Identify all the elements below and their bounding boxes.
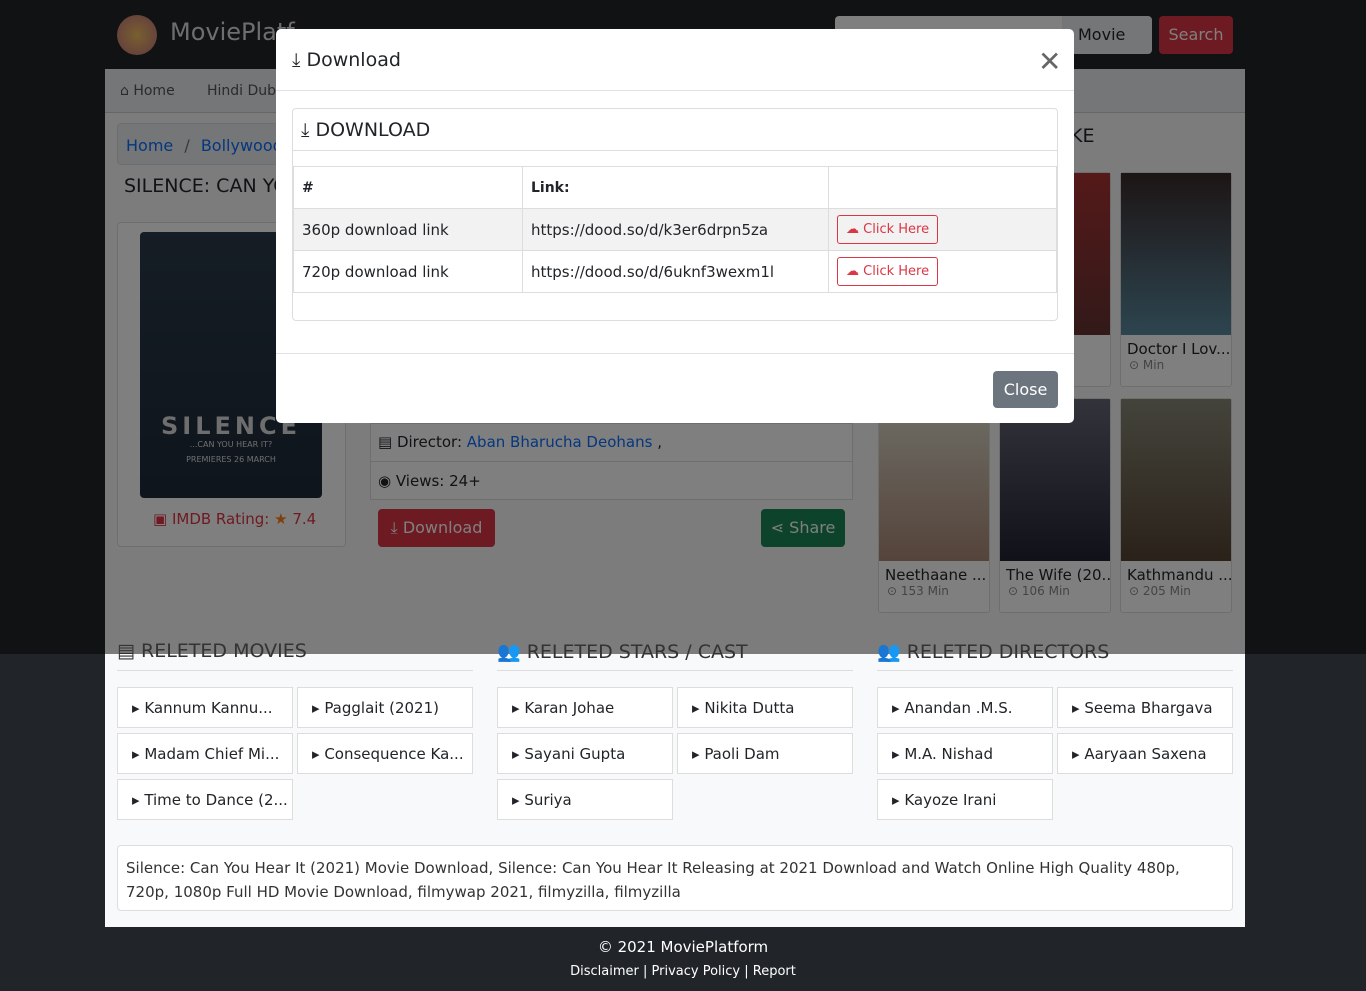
footer-sep: |	[740, 964, 753, 979]
director-link[interactable]: ▸ Anandan .M.S.	[877, 687, 1053, 728]
modal-title: ⤓ Download	[292, 49, 401, 71]
copyright: © 2021 MoviePlatform	[597, 938, 769, 956]
click-here-button[interactable]: ☁ Click Here	[837, 257, 939, 286]
table-row: 720p download link https://dood.so/d/6ukn…	[293, 250, 1057, 293]
table-header-row: # Link:	[293, 166, 1057, 209]
download-card: ⤓ DOWNLOAD # Link: 360p download link http…	[292, 108, 1058, 321]
table-row: 360p download link https://dood.so/d/k3er…	[293, 208, 1057, 251]
quality-cell: 720p download link	[293, 250, 523, 293]
privacy-link[interactable]: Privacy Policy	[652, 964, 741, 979]
close-button[interactable]: Close	[993, 371, 1058, 408]
close-icon[interactable]: ✕	[1038, 45, 1061, 78]
col-header: #	[293, 166, 523, 209]
director-link[interactable]: ▸ Seema Bhargava	[1057, 687, 1233, 728]
click-here-button[interactable]: ☁ Click Here	[837, 215, 939, 244]
modal-footer	[276, 353, 1074, 354]
related-movie-link[interactable]: ▸ Time to Dance (2...	[117, 779, 293, 820]
cast-link[interactable]: ▸ Karan Johae	[497, 687, 673, 728]
footer-sep: |	[638, 964, 652, 979]
cast-link[interactable]: ▸ Paoli Dam	[677, 733, 853, 774]
related-movie-link[interactable]: ▸ Pagglait (2021)	[297, 687, 473, 728]
related-cast-heading: 👥 RELETED STARS / CAST	[497, 640, 853, 671]
related-movies-heading: ▤ RELETED MOVIES	[117, 640, 473, 671]
director-link[interactable]: ▸ M.A. Nishad	[877, 733, 1053, 774]
card-title: DOWNLOAD	[315, 119, 431, 141]
director-link[interactable]: ▸ Aaryaan Saxena	[1057, 733, 1233, 774]
col-header: Link:	[522, 166, 829, 209]
report-link[interactable]: Report	[753, 964, 796, 979]
download-modal: ⤓ Download ✕ ⤓ DOWNLOAD # Link: 360p down…	[276, 29, 1074, 423]
footer-links: Disclaimer | Privacy Policy | Report	[0, 964, 1366, 979]
related-movie-link[interactable]: ▸ Consequence Ka...	[297, 733, 473, 774]
link-cell: https://dood.so/d/k3er6drpn5za	[522, 208, 829, 251]
quality-cell: 360p download link	[293, 208, 523, 251]
col-header	[828, 166, 1057, 209]
download-icon: ⤓	[301, 119, 310, 141]
movie-description: Silence: Can You Hear It (2021) Movie Do…	[117, 845, 1233, 911]
cast-link[interactable]: ▸ Suriya	[497, 779, 673, 820]
disclaimer-link[interactable]: Disclaimer	[570, 964, 639, 979]
download-icon: ⤓	[292, 49, 301, 71]
download-card-header: ⤓ DOWNLOAD	[293, 109, 1057, 151]
related-movie-link[interactable]: ▸ Madam Chief Mi...	[117, 733, 293, 774]
related-directors-heading: 👥 RELETED DIRECTORS	[877, 640, 1233, 671]
cast-link[interactable]: ▸ Sayani Gupta	[497, 733, 673, 774]
cast-link[interactable]: ▸ Nikita Dutta	[677, 687, 853, 728]
modal-header: ⤓ Download ✕	[276, 29, 1074, 91]
related-movie-link[interactable]: ▸ Kannum Kannu...	[117, 687, 293, 728]
modal-title-text: Download	[306, 49, 401, 71]
director-link[interactable]: ▸ Kayoze Irani	[877, 779, 1053, 820]
link-cell: https://dood.so/d/6uknf3wexm1l	[522, 250, 829, 293]
download-table: # Link: 360p download link https://dood.so…	[293, 166, 1057, 293]
